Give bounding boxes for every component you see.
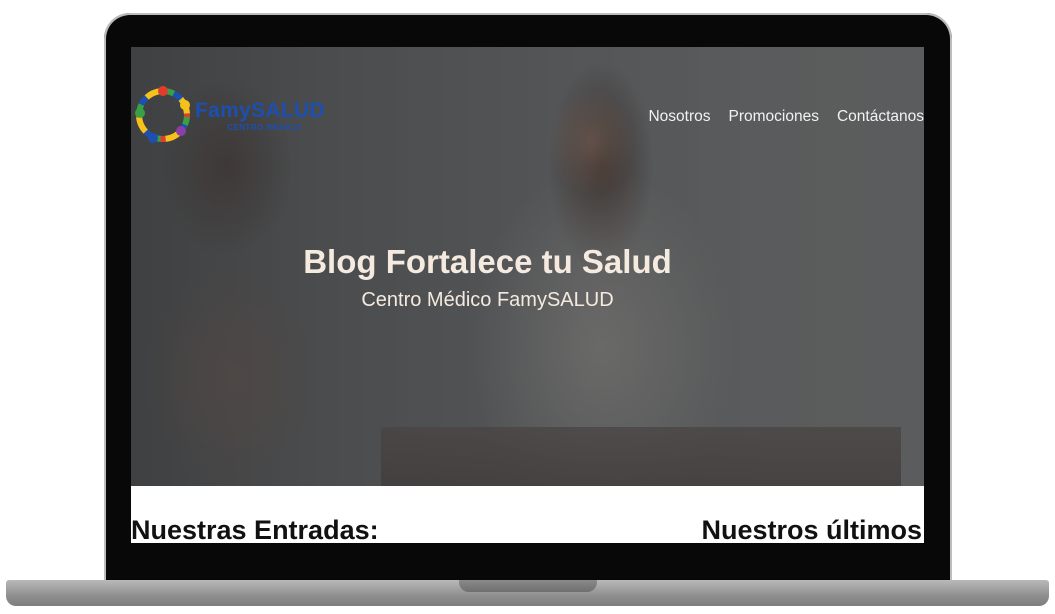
laptop-base-notch <box>459 580 597 592</box>
site-logo[interactable]: FamySALUD CENTRO MÉDICO <box>131 83 351 149</box>
laptop-mockup: FamySALUD CENTRO MÉDICO Nosotros Promoci… <box>0 0 1055 614</box>
logo-tagline: CENTRO MÉDICO <box>227 123 302 132</box>
hero-title: Blog Fortalece tu Salud <box>303 243 672 280</box>
entries-heading: Nuestras Entradas: <box>131 515 379 543</box>
main-nav: Nosotros Promociones Contáctanos <box>648 108 924 126</box>
content-section: Nuestras Entradas: Nuestros últimos <box>131 486 924 543</box>
logo-name-part2: SALUD <box>251 99 325 122</box>
logo-name-part1: Famy <box>195 99 252 122</box>
nav-item-promociones[interactable]: Promociones <box>729 108 819 126</box>
latest-heading: Nuestros últimos <box>701 515 922 543</box>
laptop-screen: FamySALUD CENTRO MÉDICO Nosotros Promoci… <box>131 47 924 543</box>
nav-item-contactanos[interactable]: Contáctanos <box>837 108 924 126</box>
nav-item-nosotros[interactable]: Nosotros <box>648 108 710 126</box>
family-circle-logo-icon <box>135 86 190 143</box>
logo-wordmark: FamySALUD <box>195 99 325 123</box>
hero-subtitle: Centro Médico FamySALUD <box>361 289 614 311</box>
hero-background-desk <box>381 427 901 486</box>
